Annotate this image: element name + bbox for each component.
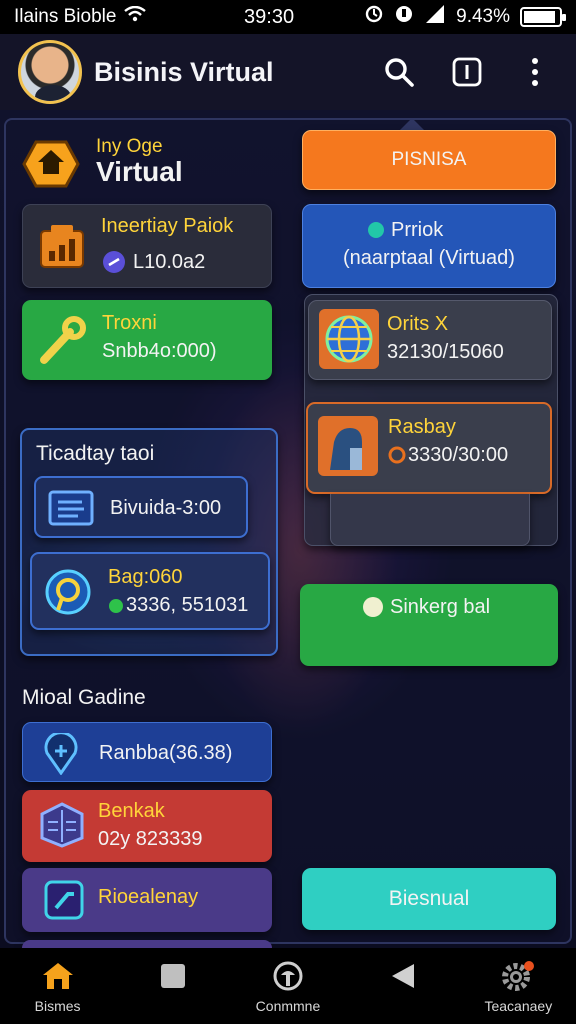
nav-compass[interactable]: Conmmne — [233, 960, 343, 1014]
book-card[interactable]: Benkak 02y 823339 — [22, 790, 272, 862]
brand-title: Virtual — [96, 156, 183, 187]
app-title: Bisinis Virtual — [94, 56, 274, 87]
info-icon[interactable] — [444, 49, 490, 95]
info-item-badge-title: Bag:060 — [108, 566, 183, 588]
globe-icon — [317, 307, 381, 376]
virtual-card-line1: Prriok — [391, 219, 444, 241]
location-label: Ranbba(36.38) — [99, 742, 233, 764]
compass-icon — [271, 960, 305, 992]
book-value: 02y 823339 — [98, 828, 203, 850]
wifi-icon — [124, 5, 147, 28]
bottom-section-title: Mioal Gadine — [22, 686, 146, 709]
search-icon[interactable] — [376, 49, 422, 95]
rasbay-card[interactable]: Rasbay 3330/30:00 — [306, 402, 552, 494]
partial-card[interactable] — [22, 940, 272, 948]
primary-orange-button[interactable]: PISNISA — [302, 130, 556, 190]
battery-icon — [520, 7, 566, 27]
inventory-title: Ineertiay Paiok — [101, 215, 234, 237]
home-badge-icon — [22, 140, 80, 188]
orbits-value: 32130/15060 — [387, 341, 504, 363]
inventory-card[interactable]: Ineertiay Paiok L10.0a2 — [22, 204, 272, 288]
tag-label: Rioealenay — [98, 886, 199, 908]
virtual-card-line2: (naarptaal (Virtuad) — [343, 247, 515, 269]
nav-home-label: Bismes — [34, 998, 81, 1014]
orbits-title: Orits X — [387, 313, 449, 335]
inventory-value: L10.0a2 — [133, 251, 206, 273]
status-dot-icon — [362, 596, 384, 623]
battery-percent: 9.43% — [456, 6, 510, 27]
brand-subtitle: Iny Oge — [96, 136, 163, 157]
gear-icon — [501, 960, 535, 992]
home-icon — [41, 960, 75, 992]
square-icon — [156, 960, 190, 992]
empty-slot — [330, 494, 530, 546]
nav-home[interactable]: Bismes — [3, 960, 113, 1014]
green-action-label: Sinkerg bal — [390, 596, 491, 618]
tool-title: Troxni — [102, 312, 157, 334]
book-title: Benkak — [98, 800, 165, 822]
nav-compass-label: Conmmne — [255, 998, 321, 1014]
virtual-blue-card[interactable]: Prriok (naarptaal (Virtuad) — [302, 204, 556, 288]
rasbay-value: 3330/30:00 — [408, 444, 509, 466]
status-dot-icon — [108, 598, 124, 619]
info-section-title: Ticadtay taoi — [36, 442, 155, 465]
rasbay-title: Rasbay — [388, 416, 456, 438]
teal-action-button[interactable]: Biesnual — [302, 868, 556, 930]
status-bar: Ilains Bioble 39:30 9.43% — [0, 0, 576, 34]
avatar[interactable] — [18, 40, 82, 104]
tool-value: Snbb4o:000) — [102, 340, 217, 362]
clock: 39:30 — [244, 5, 295, 28]
nav-settings-label: Teacanaey — [484, 998, 553, 1014]
chart-icon — [37, 221, 89, 273]
nav-settings[interactable]: Teacanaey — [463, 960, 573, 1014]
book-icon — [40, 802, 84, 853]
info-item-badge[interactable]: Bag:060 3336, 551031 — [30, 552, 270, 630]
green-action-button[interactable]: Sinkerg bal — [300, 584, 558, 666]
status-dot-icon — [367, 221, 385, 244]
orbits-card[interactable]: Orits X 32130/15060 — [308, 300, 552, 380]
carrier-name: Ilains Bioble — [14, 6, 117, 27]
alarm-icon — [364, 4, 384, 30]
nav-back[interactable] — [348, 960, 458, 998]
figure-icon — [316, 414, 380, 483]
primary-orange-button-label: PISNISA — [391, 149, 467, 170]
map-pin-icon — [43, 731, 79, 780]
info-section: Ticadtay taoi Bivuida-3:00 Bag:060 3336,… — [20, 428, 278, 656]
circle-badge-icon — [388, 446, 406, 469]
link-icon — [101, 249, 127, 280]
more-options-icon[interactable] — [512, 49, 558, 95]
location-card[interactable]: Ranbba(36.38) — [22, 722, 272, 782]
bottom-nav: Bismes Conmmne Teacanaey — [0, 948, 576, 1024]
nav-square[interactable] — [118, 960, 228, 998]
dnd-icon — [394, 4, 414, 30]
app-header: Bisinis Virtual — [0, 34, 576, 110]
wrench-icon — [36, 314, 88, 366]
tool-card[interactable]: Troxni Snbb4o:000) — [22, 300, 272, 380]
signal-icon — [424, 5, 446, 29]
tag-card[interactable]: Rioealenay — [22, 868, 272, 932]
document-icon — [48, 490, 94, 531]
target-icon — [44, 568, 92, 621]
tag-icon — [42, 878, 86, 927]
back-icon — [386, 960, 420, 992]
info-item-document[interactable]: Bivuida-3:00 — [34, 476, 248, 538]
info-item-badge-value: 3336, 551031 — [126, 594, 249, 616]
teal-action-label: Biesnual — [388, 887, 470, 910]
info-item-document-label: Bivuida-3:00 — [110, 497, 222, 519]
